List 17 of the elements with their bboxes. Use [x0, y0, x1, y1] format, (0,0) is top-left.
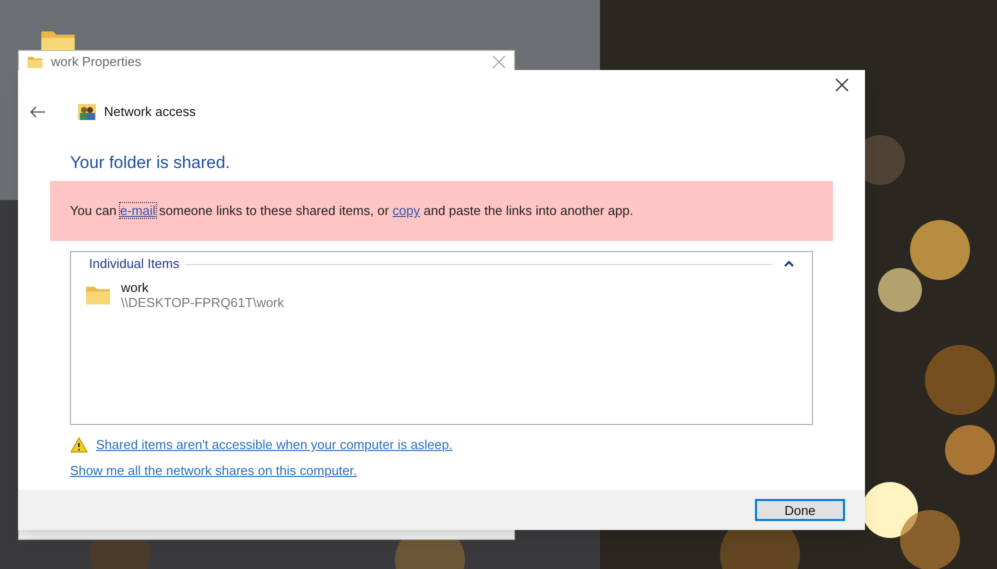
- group-label: Individual Items: [89, 255, 180, 274]
- item-path: \\DESKTOP-FPRQ61T\work: [121, 295, 284, 310]
- done-button[interactable]: Done: [755, 499, 845, 521]
- dialog-heading: Your folder is shared.: [70, 152, 232, 174]
- close-icon[interactable]: [835, 78, 849, 92]
- dialog-header: Network access: [104, 103, 196, 121]
- network-users-icon: [78, 104, 96, 120]
- window-title: work Properties: [51, 53, 142, 72]
- collapse-chevron-icon[interactable]: [784, 260, 794, 268]
- back-arrow-icon[interactable]: [30, 106, 46, 118]
- share-message: You can e-mail someone links to these shared items, or copy and paste the links into another app.: [70, 202, 634, 220]
- text-link[interactable]: Shared items aren't accessible when your computer is asleep.: [96, 435, 453, 454]
- text-link[interactable]: copy: [392, 203, 420, 218]
- text-link[interactable]: Show me all the network shares on this computer.: [70, 460, 357, 480]
- warning-icon: [70, 436, 88, 453]
- item-name: work: [121, 280, 150, 295]
- text-link[interactable]: e-mail: [120, 203, 156, 218]
